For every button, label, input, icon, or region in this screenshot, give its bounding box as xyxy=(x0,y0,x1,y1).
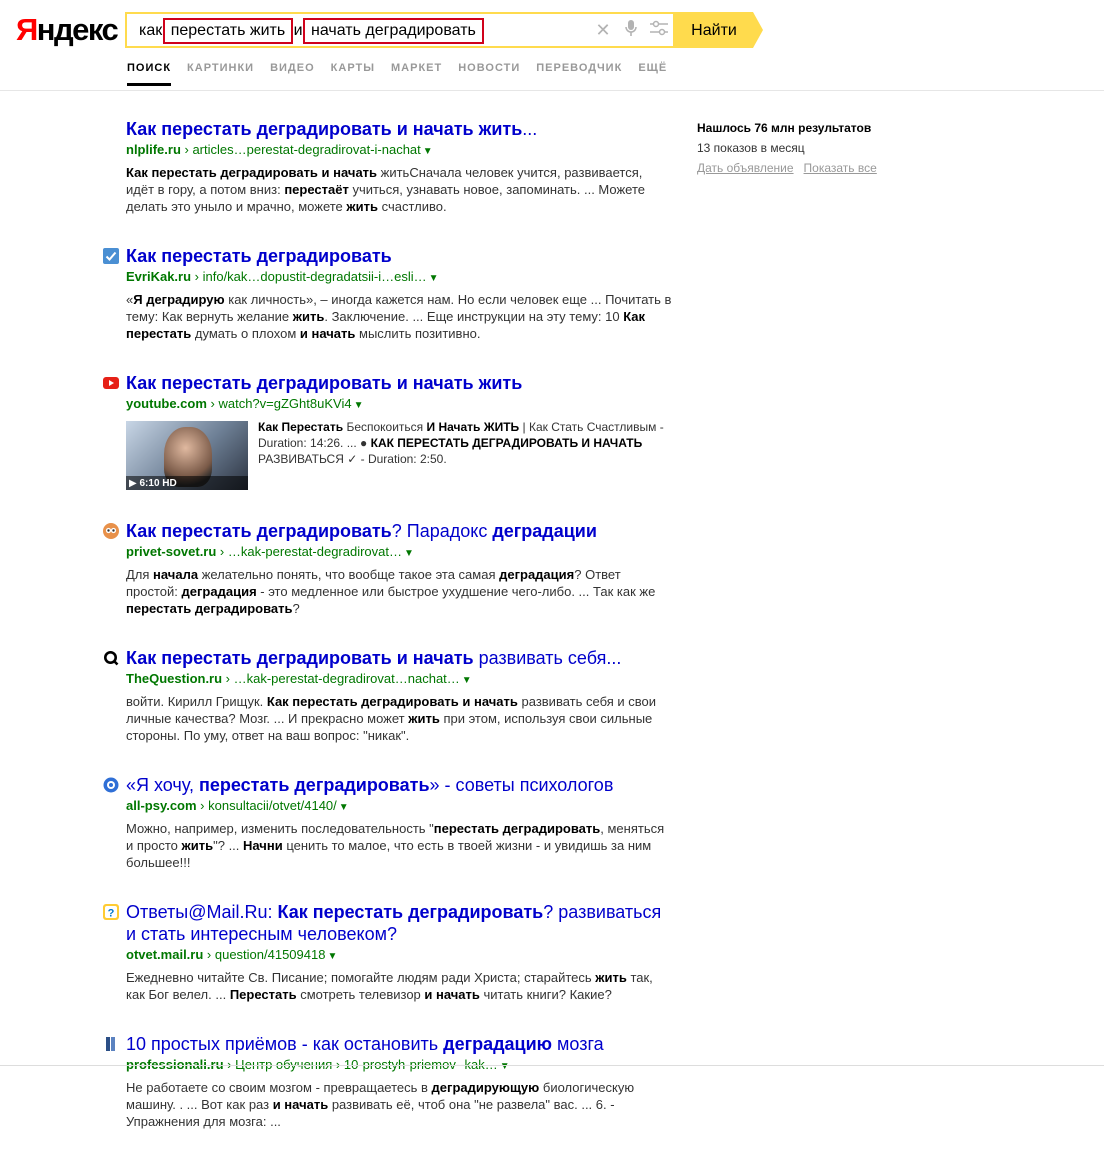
results-sidebar: Нашлось 76 млн результатов 13 показов в … xyxy=(697,118,947,178)
tab-video[interactable]: ВИДЕО xyxy=(270,62,315,86)
result-title[interactable]: Как перестать деградировать и начать жит… xyxy=(126,372,673,394)
result-url[interactable]: otvet.mail.ru › question/41509418 ▼ xyxy=(126,946,673,966)
tab-search[interactable]: ПОИСК xyxy=(127,62,172,86)
url-menu-arrow-icon: ▼ xyxy=(404,548,414,559)
tab-translator[interactable]: ПЕРЕВОДЧИК xyxy=(536,62,622,86)
result-item: Как перестать деградировать и начать раз… xyxy=(103,647,673,744)
result-snippet: Ежедневно читайте Св. Писание; помогайте… xyxy=(126,970,653,1002)
psy-icon xyxy=(103,777,119,793)
search-input[interactable]: как перестать жить и начать деградироват… xyxy=(125,12,675,48)
query-mid: и xyxy=(293,22,303,39)
result-title[interactable]: 10 простых приёмов - как остановить дегр… xyxy=(126,1033,673,1055)
search-icons: ✕ xyxy=(589,14,673,46)
settings-sliders-icon[interactable] xyxy=(645,20,673,41)
microphone-icon[interactable] xyxy=(617,19,645,42)
result-item: 10 простых приёмов - как остановить дегр… xyxy=(103,1033,673,1130)
bottom-divider xyxy=(0,1065,1104,1066)
result-url[interactable]: youtube.com › watch?v=gZGht8uKVi4 ▼ xyxy=(126,395,673,415)
results-count: Нашлось 76 млн результатов xyxy=(697,121,872,135)
logo-rest: ндекс xyxy=(36,12,119,47)
url-menu-arrow-icon: ▼ xyxy=(461,675,472,686)
result-item: Как перестать деградировать EvriKak.ru ›… xyxy=(103,245,673,342)
result-url[interactable]: professionali.ru › Центр обучения › 10-p… xyxy=(126,1056,673,1076)
query-highlight-1: перестать жить xyxy=(162,18,294,44)
result-title[interactable]: Ответы@Mail.Ru: Как перестать деградиров… xyxy=(126,901,673,945)
clear-icon[interactable]: ✕ xyxy=(589,20,617,41)
check-square-icon xyxy=(103,248,119,264)
play-icon: ▶ xyxy=(129,478,137,489)
give-ad-link[interactable]: Дать объявление xyxy=(697,161,794,175)
query-highlight-2: начать деградировать xyxy=(303,18,484,44)
result-snippet: «Я деградирую как личность», – иногда ка… xyxy=(126,292,672,341)
result-item: Как перестать деградировать и начать жит… xyxy=(103,372,673,490)
url-menu-arrow-icon: ▼ xyxy=(428,273,439,284)
result-item: Как перестать деградировать и начать жит… xyxy=(103,118,673,215)
tab-images[interactable]: КАРТИНКИ xyxy=(187,62,254,86)
result-item: Как перестать деградировать? Парадокс де… xyxy=(103,520,673,617)
sidebar-links: Дать объявление Показать все xyxy=(697,158,947,178)
tab-market[interactable]: МАРКЕТ xyxy=(391,62,442,86)
shows-per-month: 13 показов в месяц xyxy=(697,141,805,155)
result-title[interactable]: Как перестать деградировать и начать жит… xyxy=(126,118,673,140)
video-snippet: Как Перестать Беспокоиться И Начать ЖИТЬ… xyxy=(258,420,664,466)
tab-news[interactable]: НОВОСТИ xyxy=(458,62,520,86)
result-snippet: Не работаете со своим мозгом - превращае… xyxy=(126,1080,635,1129)
result-snippet: войти. Кирилл Грищук. Как перестать дегр… xyxy=(126,694,657,743)
result-url[interactable]: all-psy.com › konsultacii/otvet/4140/▼ xyxy=(126,797,673,817)
search-query[interactable]: как перестать жить и начать деградироват… xyxy=(139,18,484,44)
url-menu-arrow-icon: ▼ xyxy=(422,146,433,157)
video-duration: ▶ 6:10 HD xyxy=(129,478,177,489)
search-results: Как перестать деградировать и начать жит… xyxy=(103,118,673,1160)
url-menu-arrow-icon: ▼ xyxy=(327,951,338,962)
url-menu-arrow-icon: ▼ xyxy=(353,400,364,411)
video-thumbnail[interactable]: ▶ 6:10 HD xyxy=(126,421,248,490)
result-url[interactable]: privet-sovet.ru › …kak-perestat-degradir… xyxy=(126,543,673,563)
yandex-logo[interactable]: Яндекс xyxy=(16,12,119,48)
owl-icon xyxy=(103,523,119,539)
tab-maps[interactable]: КАРТЫ xyxy=(331,62,375,86)
youtube-icon xyxy=(103,375,119,391)
search-button-arrow xyxy=(753,12,763,48)
q-icon xyxy=(103,650,119,666)
result-snippet: Для начала желательно понять, что вообще… xyxy=(126,567,656,616)
result-url[interactable]: EvriKak.ru › info/kak…dopustit-degradats… xyxy=(126,268,673,288)
search-button[interactable]: Найти xyxy=(675,12,753,48)
video-row: ▶ 6:10 HD Как Перестать Беспокоиться И Н… xyxy=(126,420,673,490)
header: Яндекс как перестать жить и начать дегра… xyxy=(0,0,1104,91)
show-all-link[interactable]: Показать все xyxy=(804,161,877,175)
search-tabs: ПОИСК КАРТИНКИ ВИДЕО КАРТЫ МАРКЕТ НОВОСТ… xyxy=(127,62,683,86)
query-prefix: как xyxy=(139,22,163,39)
result-title[interactable]: Как перестать деградировать и начать раз… xyxy=(126,647,673,669)
result-title[interactable]: «Я хочу, перестать деградировать» - сове… xyxy=(126,774,673,796)
result-item: «Я хочу, перестать деградировать» - сове… xyxy=(103,774,673,871)
result-url[interactable]: TheQuestion.ru › …kak-perestat-degradiro… xyxy=(126,670,673,690)
svg-text:?: ? xyxy=(108,908,115,920)
result-item: ? Ответы@Mail.Ru: Как перестать деградир… xyxy=(103,901,673,1003)
tab-more[interactable]: ЕЩЁ xyxy=(638,62,667,86)
result-snippet: Можно, например, изменить последовательн… xyxy=(126,821,665,870)
result-url[interactable]: nlplife.ru › articles…perestat-degradiro… xyxy=(126,141,673,161)
result-title[interactable]: Как перестать деградировать xyxy=(126,245,673,267)
logo-letter: Я xyxy=(16,12,38,47)
url-menu-arrow-icon: ▼ xyxy=(338,802,349,813)
question-icon: ? xyxy=(103,904,119,920)
book-icon xyxy=(103,1036,119,1052)
result-title[interactable]: Как перестать деградировать? Парадокс де… xyxy=(126,520,673,542)
result-snippet: Как перестать деградировать и начать жит… xyxy=(126,165,646,214)
